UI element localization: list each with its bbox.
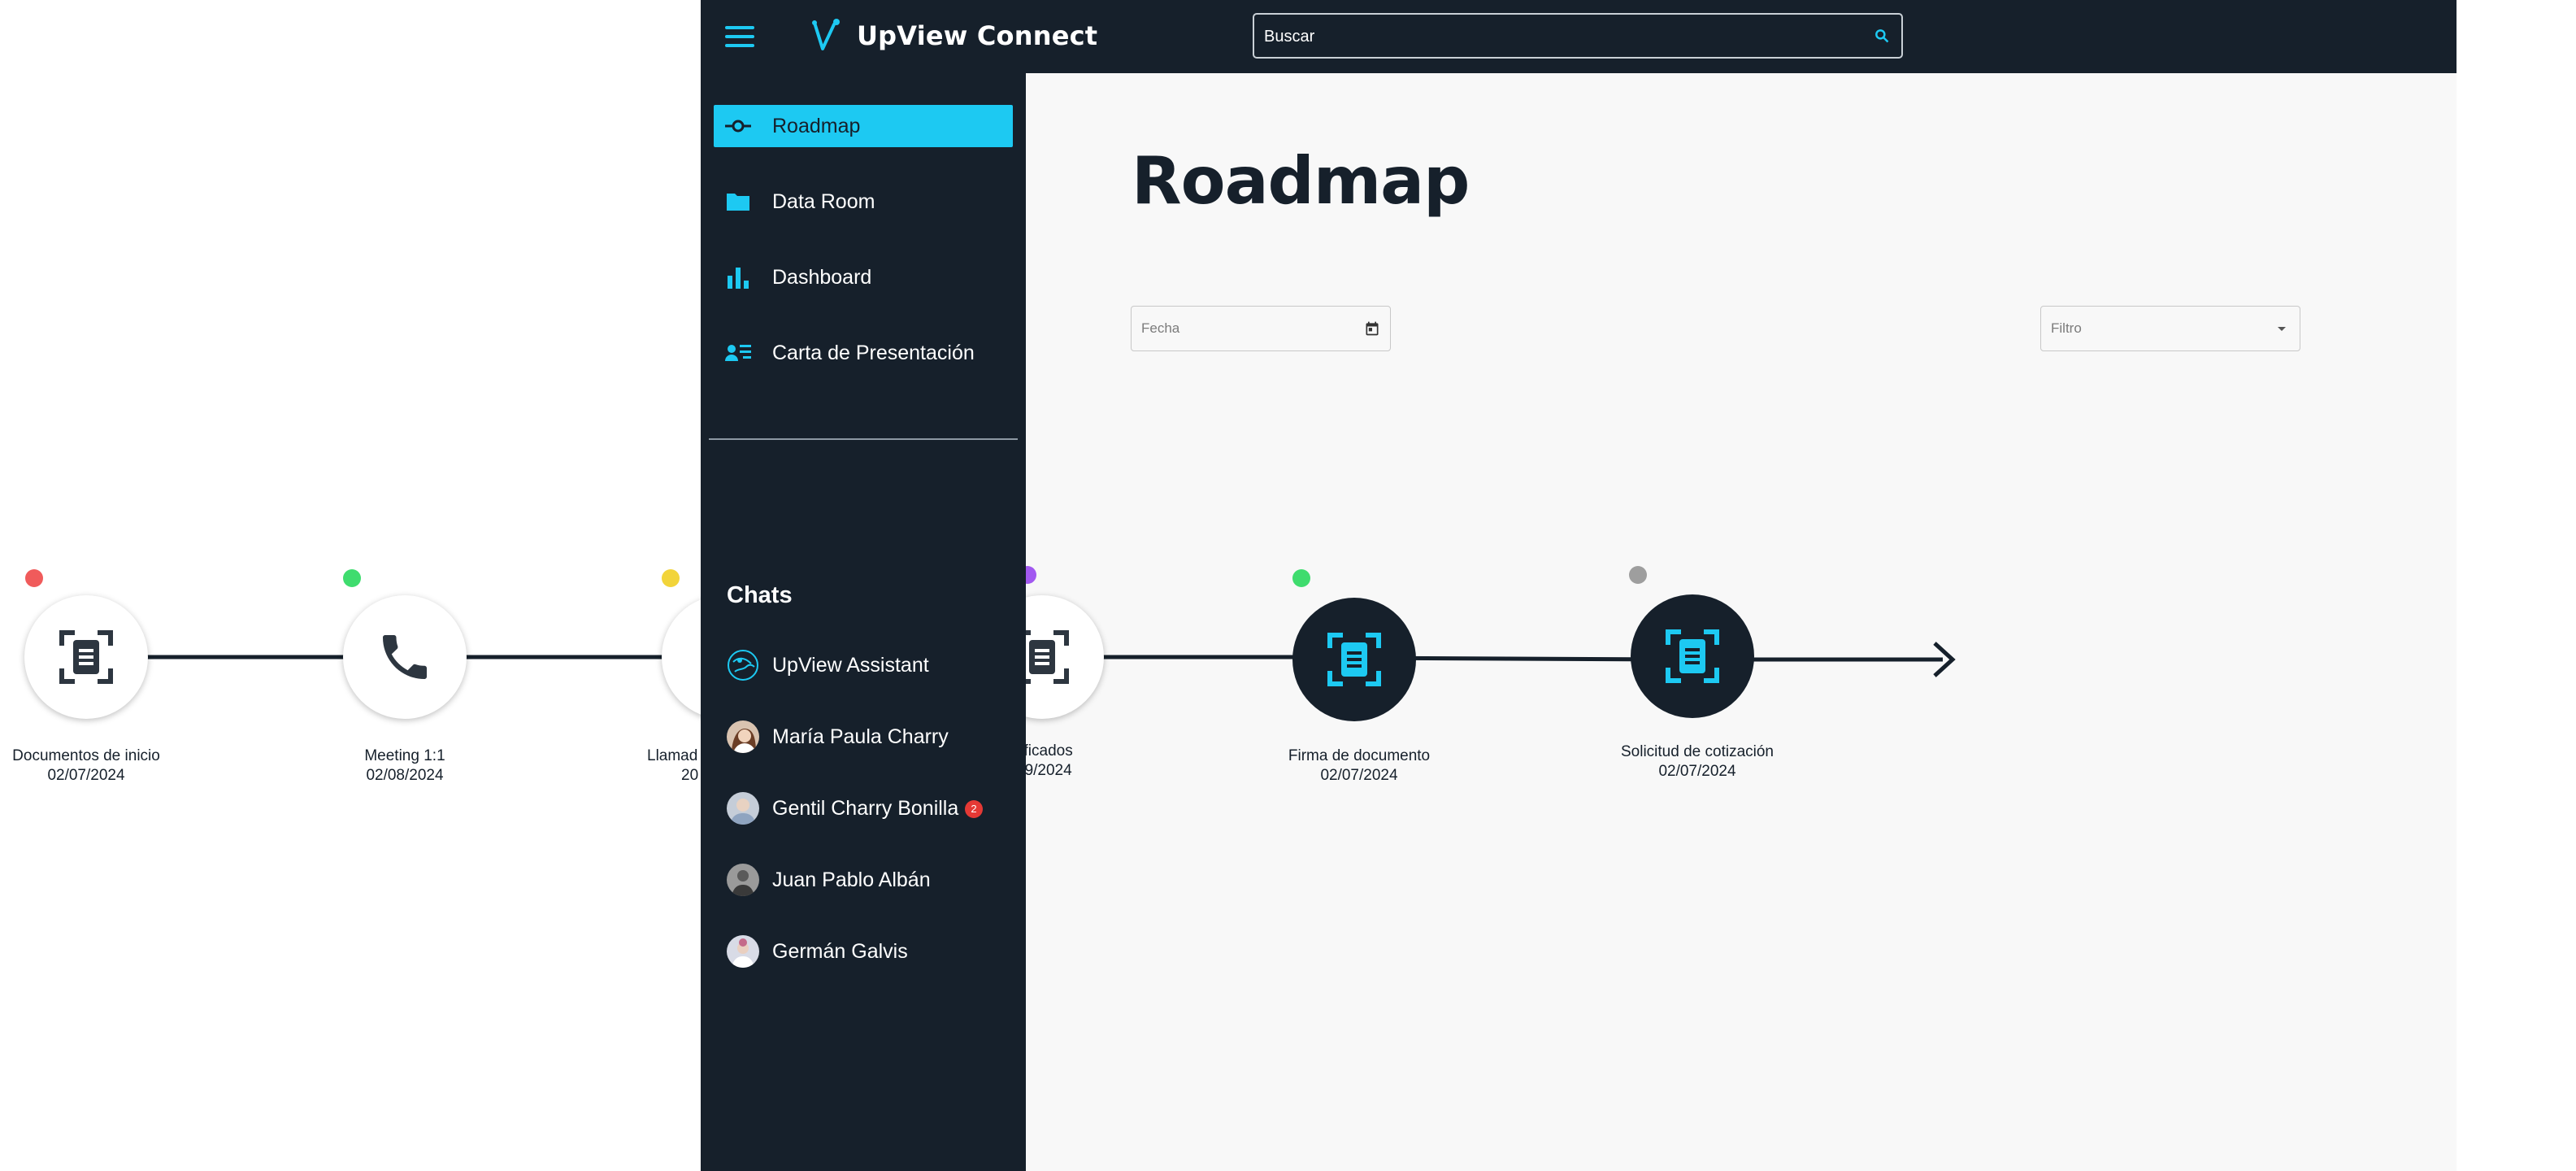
app-title: UpView Connect	[857, 20, 1098, 51]
event-date: 02/08/2024	[366, 767, 444, 784]
bar-chart-icon	[728, 268, 749, 289]
user-avatar	[727, 935, 759, 968]
sidebar-item-label: Carta de Presentación	[772, 342, 975, 364]
event-label: Meeting 1:1 02/08/2024	[283, 747, 527, 786]
folder-icon	[727, 194, 749, 211]
calendar-icon[interactable]	[1364, 320, 1380, 337]
status-dot	[25, 569, 43, 587]
logo-icon	[812, 19, 840, 50]
sidebar	[701, 73, 1026, 1171]
user-avatar	[727, 792, 759, 825]
contact-card-icon	[725, 345, 751, 361]
search-bar[interactable]	[1253, 13, 1903, 59]
chat-name: Germán Galvis	[772, 940, 908, 963]
search-icon[interactable]	[1874, 28, 1890, 44]
chat-name: Gentil Charry Bonilla	[772, 797, 959, 820]
sidebar-item-label: Data Room	[772, 190, 875, 213]
filter-select-label: Filtro	[2051, 320, 2082, 336]
document-scan-icon	[59, 630, 113, 684]
status-dot	[662, 569, 680, 587]
sidebar-item-label: Dashboard	[772, 266, 872, 289]
sidebar-item-carta-de-presentacion[interactable]: Carta de Presentación	[714, 332, 1013, 374]
event-date: 02/07/2024	[47, 767, 125, 784]
chat-item-gentil-charry-bonilla[interactable]: Gentil Charry Bonilla 2	[714, 784, 1013, 833]
unread-badge: 2	[965, 800, 983, 818]
assistant-avatar	[727, 649, 759, 681]
date-filter-field[interactable]: Fecha	[1131, 306, 1391, 351]
chat-item-german-galvis[interactable]: Germán Galvis	[714, 927, 1013, 976]
date-filter-label: Fecha	[1141, 320, 1180, 336]
search-input[interactable]	[1262, 15, 1859, 59]
chat-item-upview-assistant[interactable]: UpView Assistant	[714, 641, 1013, 690]
roadmap-icon	[725, 120, 751, 133]
page-title: Roadmap	[1132, 143, 1470, 219]
phone-icon	[383, 635, 427, 679]
chat-item-juan-pablo-alban[interactable]: Juan Pablo Albán	[714, 855, 1013, 904]
dropdown-arrow-icon	[2278, 327, 2286, 331]
sidebar-item-dashboard[interactable]: Dashboard	[714, 256, 1013, 298]
event-name: Documentos de inicio	[12, 747, 160, 764]
chat-name: UpView Assistant	[772, 654, 929, 677]
chat-item-maria-paula-charry[interactable]: María Paula Charry	[714, 712, 1013, 761]
event-name: Meeting 1:1	[364, 747, 445, 764]
user-avatar	[727, 720, 759, 753]
chat-name: María Paula Charry	[772, 725, 949, 748]
filter-select[interactable]: Filtro	[2040, 306, 2300, 351]
sidebar-item-data-room[interactable]: Data Room	[714, 181, 1013, 223]
event-circle[interactable]	[343, 595, 467, 719]
event-label: Documentos de inicio 02/07/2024	[0, 747, 208, 786]
menu-icon[interactable]	[725, 23, 756, 50]
user-avatar	[727, 864, 759, 896]
event-circle[interactable]	[24, 595, 148, 719]
chats-heading: Chats	[727, 582, 793, 608]
chat-name: Juan Pablo Albán	[772, 868, 931, 891]
sidebar-item-label: Roadmap	[772, 115, 861, 137]
sidebar-divider	[709, 438, 1018, 440]
status-dot	[343, 569, 361, 587]
sidebar-item-roadmap[interactable]: Roadmap	[714, 105, 1013, 147]
